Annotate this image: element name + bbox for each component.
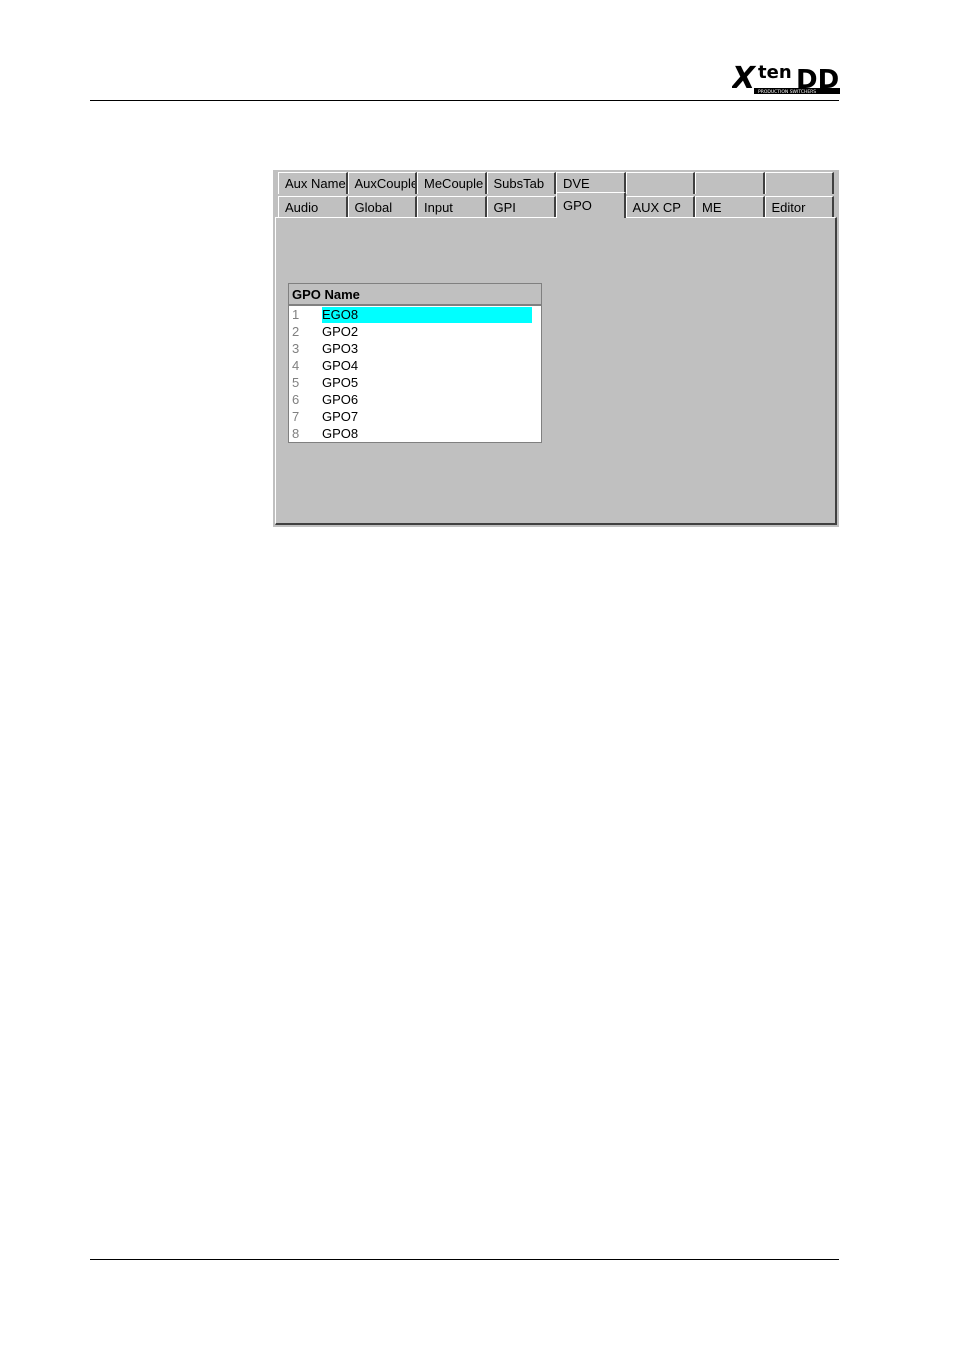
table-row[interactable]: 7 GPO7: [289, 408, 541, 425]
gpo-name-cell[interactable]: GPO5: [322, 375, 532, 391]
tab-gpo[interactable]: GPO: [556, 192, 626, 218]
row-number: 3: [292, 341, 300, 356]
tab-gpi[interactable]: GPI: [486, 196, 556, 218]
logo-tagline: PRODUCTION SWITCHERS: [758, 89, 816, 95]
column-header-gpo-name[interactable]: GPO Name: [289, 284, 541, 306]
row-number: 5: [292, 375, 300, 390]
gpo-name-cell[interactable]: EGO8: [322, 307, 532, 323]
tab-empty-7[interactable]: [764, 172, 834, 194]
header-rule: [90, 100, 839, 101]
tab-me[interactable]: ME: [695, 196, 765, 218]
gpo-name-cell[interactable]: GPO4: [322, 358, 532, 374]
table-row[interactable]: 5 GPO5: [289, 374, 541, 391]
row-number: 8: [292, 426, 300, 441]
tab-panel: GPO Name 1 EGO8 2 GPO2 3 GPO3 4 GPO4 5 GPO5 6 GPO6 7…: [275, 217, 837, 525]
table-row[interactable]: 3 GPO3: [289, 340, 541, 357]
tab-empty-5[interactable]: [625, 172, 695, 194]
svg-text:X: X: [732, 61, 757, 96]
tab-audio[interactable]: Audio: [278, 196, 348, 218]
tab-dve[interactable]: DVE: [556, 172, 626, 194]
tab-editor[interactable]: Editor: [764, 196, 834, 218]
gpo-name-table[interactable]: GPO Name 1 EGO8 2 GPO2 3 GPO3 4 GPO4 5 GPO5 6 GPO6 7…: [288, 283, 542, 443]
table-row[interactable]: 8 GPO8: [289, 425, 541, 442]
table-row[interactable]: 2 GPO2: [289, 323, 541, 340]
xten-dd-logo: X ten DD PRODUCTION SWITCHERS: [732, 61, 840, 96]
row-number: 7: [292, 409, 300, 424]
tab-mecouple[interactable]: MeCouple: [417, 172, 487, 194]
table-row[interactable]: 1 EGO8: [289, 306, 541, 323]
row-number: 1: [292, 307, 300, 322]
tab-auxcouple[interactable]: AuxCouple: [347, 172, 417, 194]
tab-global[interactable]: Global: [347, 196, 417, 218]
gpo-name-cell[interactable]: GPO3: [322, 341, 532, 357]
gpo-settings-window: Aux Name AuxCouple MeCouple SubsTab DVE Audio…: [273, 170, 839, 527]
tab-empty-6[interactable]: [695, 172, 765, 194]
svg-text:ten: ten: [758, 62, 792, 83]
tab-input[interactable]: Input: [417, 196, 487, 218]
row-number: 6: [292, 392, 300, 407]
tab-substab[interactable]: SubsTab: [486, 172, 556, 194]
gpo-name-cell[interactable]: GPO7: [322, 409, 532, 425]
gpo-name-cell[interactable]: GPO6: [322, 392, 532, 408]
footer-rule: [90, 1259, 839, 1260]
row-number: 4: [292, 358, 300, 373]
tab-aux-cp[interactable]: AUX CP: [625, 196, 695, 218]
gpo-name-cell[interactable]: GPO2: [322, 324, 532, 340]
table-row[interactable]: 6 GPO6: [289, 391, 541, 408]
tab-aux-name[interactable]: Aux Name: [278, 172, 348, 194]
row-number: 2: [292, 324, 300, 339]
table-row[interactable]: 4 GPO4: [289, 357, 541, 374]
gpo-name-cell[interactable]: GPO8: [322, 426, 532, 442]
